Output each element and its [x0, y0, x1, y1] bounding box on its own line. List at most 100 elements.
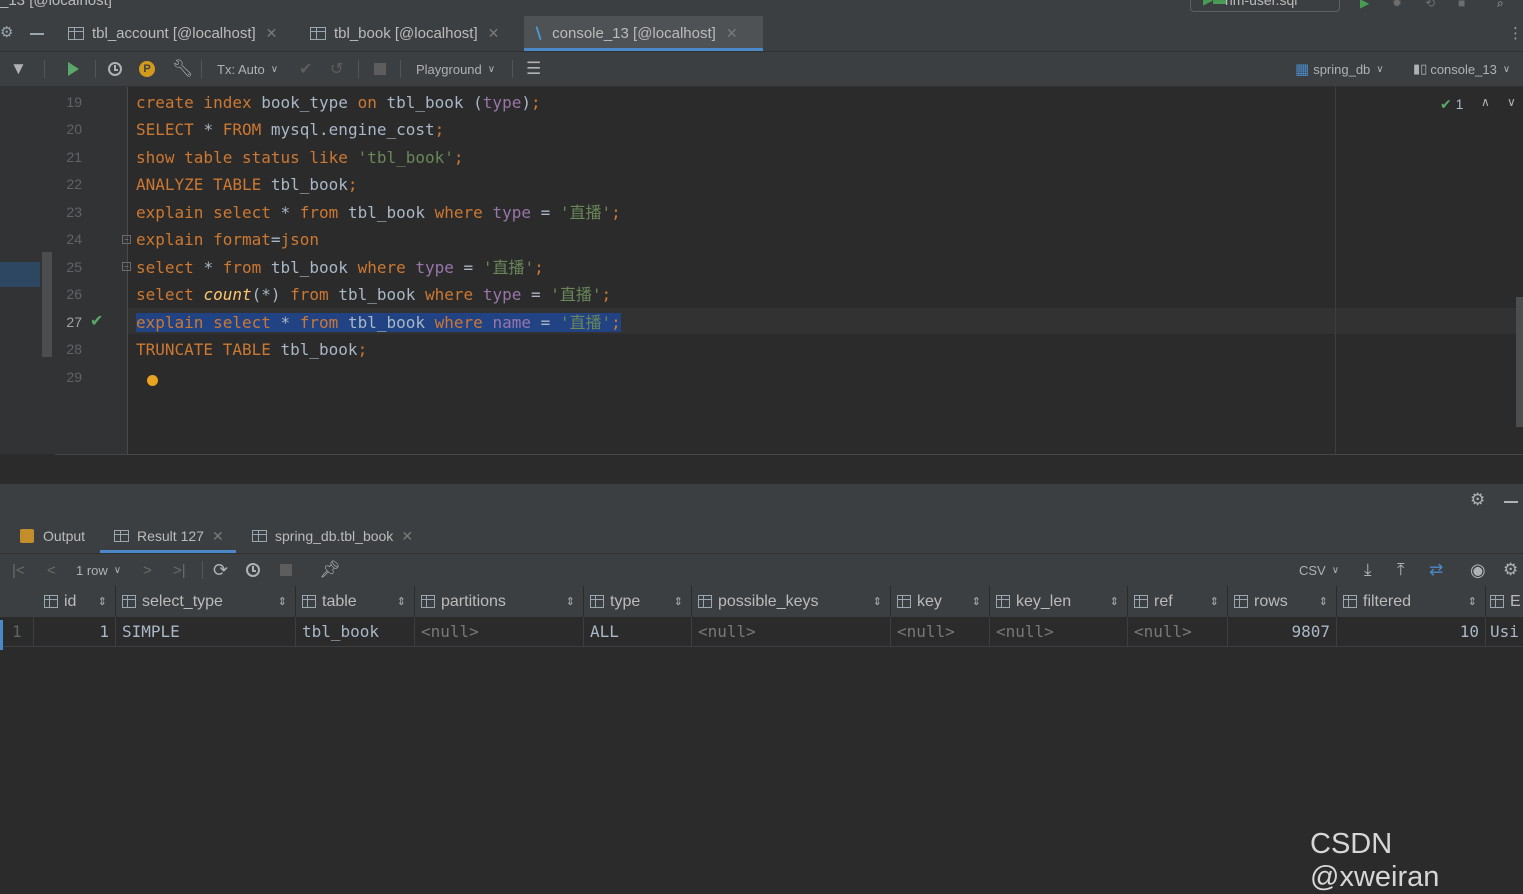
sql-editor[interactable]: 19 20 21 22 23 24 25 26 27 28 29 ✔ − − c…: [0, 87, 1523, 484]
history-button[interactable]: [246, 554, 260, 586]
table-cell[interactable]: <null>: [692, 617, 891, 646]
sort-icon[interactable]: ⇕: [873, 595, 882, 608]
tab-result-127[interactable]: Result 127 ✕: [100, 519, 236, 553]
table-cell[interactable]: 10: [1337, 617, 1486, 646]
sort-icon[interactable]: ⇕: [972, 595, 981, 608]
playground-dropdown[interactable]: Playground ∨: [416, 52, 495, 86]
minimize-icon[interactable]: [30, 33, 44, 35]
next-page-icon[interactable]: >: [143, 554, 152, 586]
column-header[interactable]: type ⇕: [584, 586, 692, 617]
table-icon: [310, 27, 326, 40]
table-cell[interactable]: 1: [34, 617, 116, 646]
editor-horizontal-scroll[interactable]: [55, 454, 1523, 484]
column-header[interactable]: possible_keys ⇕: [692, 586, 891, 617]
structure-scroll-thumb[interactable]: [42, 252, 52, 357]
download-icon[interactable]: ⤓: [1364, 554, 1372, 586]
table-cell[interactable]: <null>: [990, 617, 1128, 646]
inspection-widget[interactable]: ✔ 1: [1440, 96, 1463, 113]
column-header[interactable]: table ⇕: [296, 586, 415, 617]
gear-icon[interactable]: ⚙: [1470, 490, 1485, 510]
editor-scrollbar[interactable]: [1516, 297, 1523, 427]
column-label: type: [610, 592, 641, 610]
table-cell[interactable]: <null>: [415, 617, 584, 646]
sort-icon[interactable]: ⇕: [278, 595, 287, 608]
close-icon[interactable]: ✕: [401, 528, 413, 545]
cancel-button[interactable]: [280, 554, 292, 586]
last-page-icon[interactable]: >|: [173, 554, 186, 586]
previous-page-icon[interactable]: <: [47, 554, 56, 586]
sort-icon[interactable]: ⇕: [674, 595, 683, 608]
transaction-mode-dropdown[interactable]: Tx: Auto ∨: [217, 52, 278, 86]
table-cell[interactable]: Usi: [1486, 617, 1523, 646]
sort-icon[interactable]: ⇕: [397, 595, 406, 608]
row-count-dropdown[interactable]: 1 row ∨: [76, 554, 121, 586]
table-cell[interactable]: <null>: [891, 617, 990, 646]
column-header[interactable]: key ⇕: [891, 586, 990, 617]
session-selector[interactable]: ▮▯ console_13 ∨: [1413, 52, 1510, 86]
column-header[interactable]: filtered ⇕: [1337, 586, 1486, 617]
tab-console-13[interactable]: ∖ console_13 [@localhost] ✕: [524, 16, 763, 51]
tab-tbl-account[interactable]: tbl_account [@localhost] ✕: [60, 16, 308, 51]
chevron-down-icon[interactable]: ∨: [1507, 95, 1516, 109]
gear-icon[interactable]: ⚙: [1503, 554, 1518, 586]
code-area[interactable]: create index book_type on tbl_book (type…: [136, 89, 621, 359]
execute-button[interactable]: [68, 52, 79, 86]
close-icon[interactable]: ✕: [212, 528, 224, 545]
commit-icon[interactable]: ✔: [299, 52, 312, 86]
more-vertical-icon[interactable]: ⋮: [1508, 24, 1523, 42]
tab-tbl-book[interactable]: tbl_book [@localhost] ✕: [302, 16, 528, 51]
run-icon[interactable]: ▶: [1360, 0, 1369, 10]
sort-icon[interactable]: ⇕: [98, 595, 107, 608]
table-cell[interactable]: <null>: [1128, 617, 1228, 646]
export-format-dropdown[interactable]: CSV ∨: [1299, 554, 1339, 586]
column-header[interactable]: rows ⇕: [1228, 586, 1337, 617]
explain-plan-button[interactable]: P: [139, 52, 155, 86]
eye-icon[interactable]: ◉: [1470, 554, 1486, 586]
table-cell[interactable]: ALL: [584, 617, 692, 646]
sort-icon[interactable]: ⇕: [566, 595, 575, 608]
close-icon[interactable]: ✕: [726, 25, 738, 42]
intention-bulb-icon[interactable]: [147, 375, 158, 386]
filter-icon[interactable]: ▼: [10, 52, 27, 86]
minimize-icon[interactable]: [1504, 501, 1518, 503]
pin-icon[interactable]: 📌︎: [319, 554, 341, 586]
chevron-up-icon[interactable]: ∧: [1481, 95, 1490, 109]
column-header[interactable]: id ⇕: [38, 586, 116, 617]
tab-output[interactable]: Output: [20, 519, 85, 553]
run-configuration-selector[interactable]: ▶▬ rim-user.sql: [1190, 0, 1340, 12]
sort-icon[interactable]: ⇕: [1210, 595, 1219, 608]
close-icon[interactable]: ✕: [488, 25, 500, 42]
wrench-icon[interactable]: 🔧︎: [172, 52, 194, 86]
gear-icon[interactable]: ⚙: [0, 23, 13, 41]
column-header[interactable]: partitions ⇕: [415, 586, 584, 617]
stop-icon[interactable]: ■: [1458, 0, 1465, 10]
fold-marker-icon[interactable]: −: [122, 235, 131, 244]
rollback-icon[interactable]: ↺: [330, 52, 343, 86]
sort-icon[interactable]: ⇕: [1110, 595, 1119, 608]
debug-icon[interactable]: ✹: [1392, 0, 1402, 10]
tab-spring-db-tbl-book[interactable]: spring_db.tbl_book ✕: [252, 519, 413, 553]
cancel-running-button[interactable]: [374, 52, 386, 86]
sort-icon[interactable]: ⇕: [1319, 595, 1328, 608]
upload-icon[interactable]: ⤒: [1397, 554, 1405, 586]
fold-marker-icon[interactable]: −: [122, 262, 131, 271]
column-header[interactable]: select_type ⇕: [116, 586, 296, 617]
datasource-selector[interactable]: ▦ spring_db ∨: [1295, 52, 1384, 86]
table-cell[interactable]: SIMPLE: [116, 617, 296, 646]
column-header[interactable]: key_len ⇕: [990, 586, 1128, 617]
close-icon[interactable]: ✕: [266, 25, 278, 42]
sort-icon[interactable]: ⇕: [1468, 595, 1477, 608]
table-row[interactable]: 1 1 SIMPLE tbl_book <null> ALL <null> <n…: [0, 617, 1523, 647]
refresh-icon[interactable]: ⟳: [213, 554, 228, 586]
history-button[interactable]: [108, 52, 122, 86]
column-header[interactable]: E: [1486, 586, 1523, 617]
first-page-icon[interactable]: |<: [12, 554, 25, 586]
compare-icon[interactable]: ⇄: [1429, 554, 1443, 586]
search-icon[interactable]: ⌕: [1497, 0, 1504, 11]
results-grid[interactable]: id ⇕ select_type ⇕ table ⇕ partitions ⇕ type…: [0, 586, 1523, 875]
coverage-icon[interactable]: ⟲: [1425, 0, 1435, 10]
output-layout-icon[interactable]: ☰: [526, 52, 541, 86]
table-cell[interactable]: 9807: [1228, 617, 1337, 646]
column-header[interactable]: ref ⇕: [1128, 586, 1228, 617]
table-cell[interactable]: tbl_book: [296, 617, 415, 646]
